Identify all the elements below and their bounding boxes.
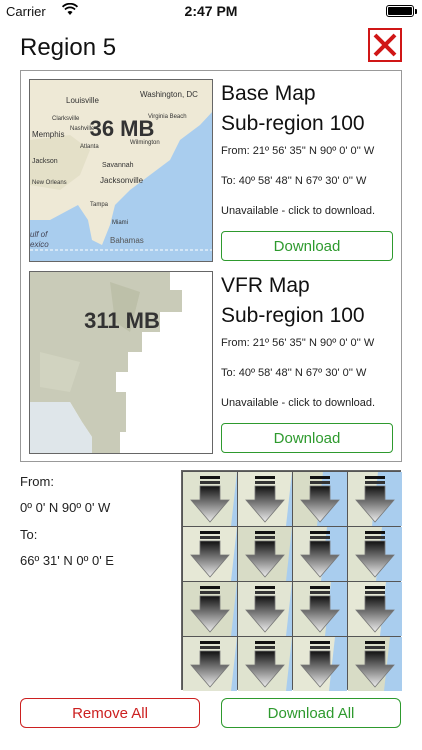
place-label: Miami [112,220,128,226]
place-label: Bahamas [110,236,144,245]
download-arrow-icon [183,637,237,691]
map-size-label: 36 MB [89,116,155,141]
download-arrow-icon [238,637,292,691]
subregion-tile[interactable] [238,582,292,636]
map-subtitle: Sub-region 100 [221,112,365,135]
download-arrow-icon [293,472,347,526]
place-label: ulf of [30,230,48,239]
map-from: From: 21º 56' 35'' N 90º 0' 0'' W [221,145,375,157]
download-arrow-icon [183,582,237,636]
subregion-tile[interactable] [183,527,237,581]
subregion-tile[interactable] [293,637,347,691]
map-to: To: 40º 58' 48'' N 67º 30' 0'' W [221,175,367,187]
download-arrow-icon [348,637,402,691]
close-icon [373,33,397,57]
download-arrow-icon [183,472,237,526]
subregion-tile[interactable] [348,637,402,691]
subregion-tile[interactable] [238,472,292,526]
subregion-tile[interactable] [293,472,347,526]
map-title: Base Map [221,82,316,105]
subregion-tile[interactable] [293,527,347,581]
map-title: VFR Map [221,274,310,297]
place-label: Atlanta [80,144,99,150]
subregion-tile[interactable] [293,582,347,636]
map-status: Unavailable - click to download. [221,205,376,217]
page-title: Region 5 [20,34,117,61]
download-arrow-icon [238,472,292,526]
region-from-label: From: [20,474,54,489]
download-arrow-icon [348,527,402,581]
place-label: Savannah [102,162,134,169]
place-label: Jacksonville [100,176,144,185]
vfr-map-info: VFR Map Sub-region 100 From: 21º 56' 35'… [221,271,396,409]
subregion-tile[interactable] [183,637,237,691]
subregion-tile[interactable] [238,527,292,581]
status-bar: Carrier 2:47 PM [0,0,422,22]
vfr-map-thumbnail[interactable]: 311 MB [29,271,213,454]
subregion-grid [181,470,402,691]
download-base-map-button[interactable]: Download [221,231,393,261]
download-arrow-icon [238,582,292,636]
download-arrow-icon [348,472,402,526]
subregion-tile[interactable] [183,472,237,526]
region-from-value: 0º 0' N 90º 0' W [20,500,111,515]
map-to: To: 40º 58' 48'' N 67º 30' 0'' W [221,367,367,379]
map-size-label: 311 MB [84,308,160,333]
battery-icon [386,5,417,17]
download-arrow-icon [348,582,402,636]
place-label: Louisville [66,96,99,105]
maps-panel: Louisville Washington, DC Clarksville Vi… [20,70,402,462]
download-arrow-icon [238,527,292,581]
subregion-tile[interactable] [238,637,292,691]
base-map-info: Base Map Sub-region 100 From: 21º 56' 35… [221,79,396,217]
place-label: exico [30,240,49,249]
subregion-tile[interactable] [348,582,402,636]
region-to-label: To: [20,527,38,542]
subregion-tile[interactable] [183,582,237,636]
region-to-value: 66º 31' N 0º 0' E [20,553,114,568]
clock: 2:47 PM [184,3,238,19]
place-label: Jackson [32,158,58,165]
download-arrow-icon [293,637,347,691]
place-label: Washington, DC [140,90,198,99]
download-all-button[interactable]: Download All [221,698,401,728]
subregion-tile[interactable] [348,472,402,526]
place-label: Tampa [90,202,109,208]
download-arrow-icon [293,582,347,636]
place-label: New Orleans [32,180,67,186]
subregion-tile[interactable] [348,527,402,581]
download-arrow-icon [183,527,237,581]
map-from: From: 21º 56' 35'' N 90º 0' 0'' W [221,337,375,349]
download-vfr-map-button[interactable]: Download [221,423,393,453]
download-arrow-icon [293,527,347,581]
close-button[interactable] [368,28,402,62]
map-status: Unavailable - click to download. [221,397,376,409]
remove-all-button[interactable]: Remove All [20,698,200,728]
base-map-thumbnail[interactable]: Louisville Washington, DC Clarksville Vi… [29,79,213,262]
map-subtitle: Sub-region 100 [221,304,365,327]
